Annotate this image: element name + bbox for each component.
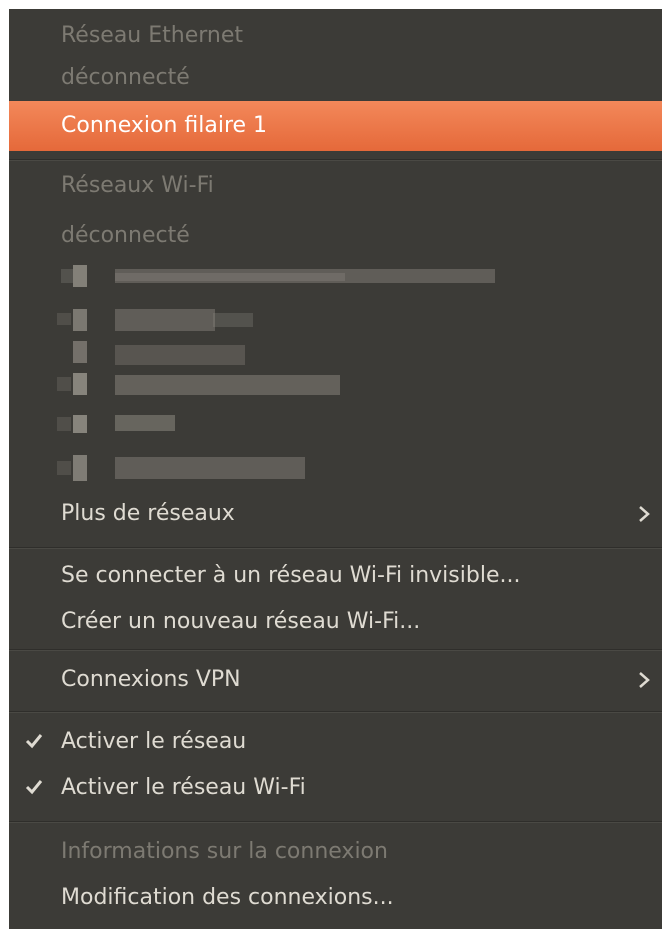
network-menu: Réseau Ethernet déconnecté Connexion fil… xyxy=(9,9,662,929)
chevron-right-icon xyxy=(639,506,650,522)
enable-wifi-label: Activer le réseau Wi-Fi xyxy=(61,775,306,800)
connect-hidden-network-item[interactable]: Se connecter à un réseau Wi-Fi invisible… xyxy=(9,551,662,601)
create-network-item[interactable]: Créer un nouveau réseau Wi-Fi... xyxy=(9,597,662,647)
separator xyxy=(9,547,662,549)
separator xyxy=(9,649,662,651)
check-icon xyxy=(25,734,43,749)
more-networks-label: Plus de réseaux xyxy=(61,501,235,526)
edit-connections-item[interactable]: Modification des connexions... xyxy=(9,873,662,923)
connection-info-item: Informations sur la connexion xyxy=(61,839,388,864)
wifi-header: Réseaux Wi-Fi xyxy=(61,173,214,198)
chevron-right-icon xyxy=(639,672,650,688)
wired-connection-item[interactable]: Connexion filaire 1 xyxy=(9,101,662,151)
ethernet-status: déconnecté xyxy=(61,65,190,90)
check-icon xyxy=(25,780,43,795)
enable-wifi-item[interactable]: Activer le réseau Wi-Fi xyxy=(9,763,662,813)
enable-networking-label: Activer le réseau xyxy=(61,729,247,754)
more-networks-item[interactable]: Plus de réseaux xyxy=(9,489,662,539)
separator xyxy=(9,711,662,713)
redacted-wifi-list xyxy=(53,265,513,483)
vpn-connections-item[interactable]: Connexions VPN xyxy=(9,655,662,705)
separator xyxy=(9,821,662,823)
wifi-status: déconnecté xyxy=(61,223,190,248)
vpn-connections-label: Connexions VPN xyxy=(61,667,241,692)
enable-networking-item[interactable]: Activer le réseau xyxy=(9,717,662,767)
